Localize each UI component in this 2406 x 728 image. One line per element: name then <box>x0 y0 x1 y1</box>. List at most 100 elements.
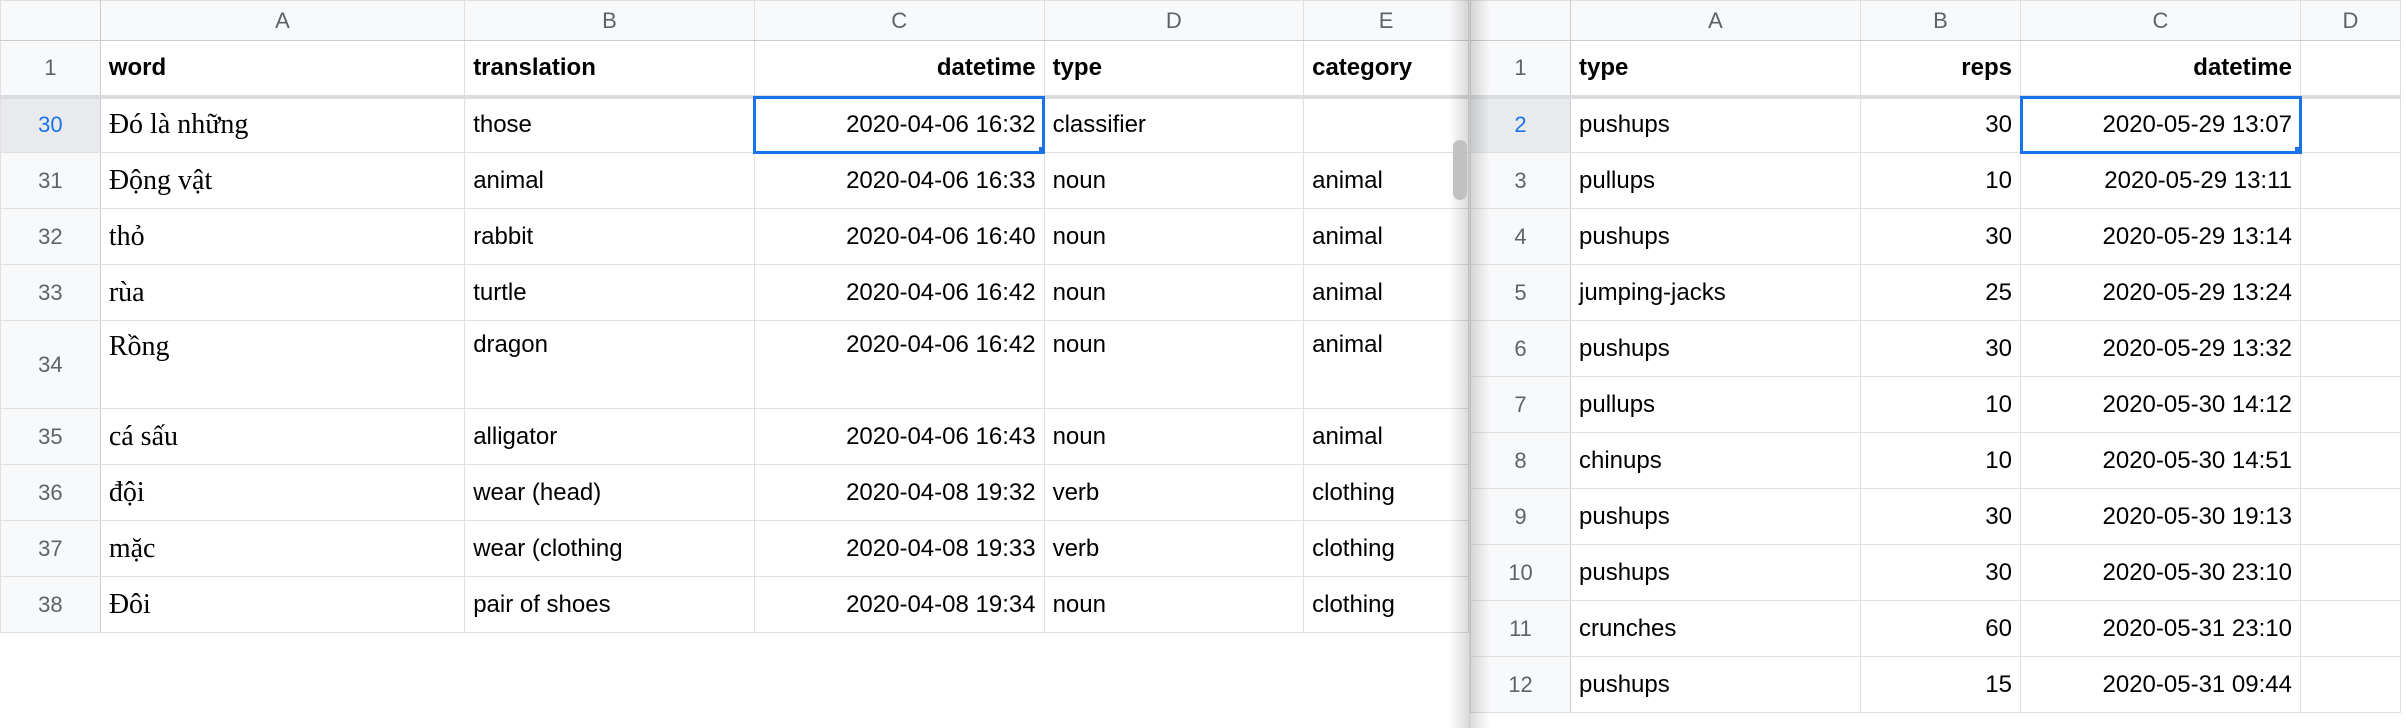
row-header[interactable]: 12 <box>1471 657 1571 713</box>
row-header[interactable]: 35 <box>1 409 101 465</box>
cell[interactable]: 10 <box>1861 433 2021 489</box>
cell[interactable] <box>2301 601 2401 657</box>
cell[interactable]: 2020-04-08 19:32 <box>754 465 1044 521</box>
column-header[interactable]: D <box>2301 1 2401 41</box>
cell[interactable] <box>2301 265 2401 321</box>
cell[interactable] <box>2301 321 2401 377</box>
cell[interactable]: pullups <box>1571 153 1861 209</box>
cell[interactable]: 2020-04-08 19:33 <box>754 521 1044 577</box>
row-header[interactable]: 2 <box>1471 97 1571 153</box>
cell[interactable]: 2020-05-29 13:32 <box>2021 321 2301 377</box>
column-header[interactable]: D <box>1044 1 1304 41</box>
cell[interactable]: animal <box>1304 153 1469 209</box>
cell[interactable]: verb <box>1044 465 1304 521</box>
cell[interactable]: 25 <box>1861 265 2021 321</box>
cell[interactable]: noun <box>1044 209 1304 265</box>
cell[interactable] <box>2301 657 2401 713</box>
cell[interactable] <box>2301 209 2401 265</box>
cell[interactable]: pushups <box>1571 321 1861 377</box>
cell[interactable]: pushups <box>1571 489 1861 545</box>
cell[interactable]: 2020-05-29 13:14 <box>2021 209 2301 265</box>
cell[interactable]: 2020-05-30 14:51 <box>2021 433 2301 489</box>
cell[interactable]: crunches <box>1571 601 1861 657</box>
cell[interactable]: 2020-04-08 19:34 <box>754 577 1044 633</box>
cell[interactable]: 15 <box>1861 657 2021 713</box>
header-cell[interactable]: translation <box>465 41 755 97</box>
cell[interactable]: animal <box>1304 321 1469 409</box>
cell[interactable]: rùa <box>100 265 464 321</box>
row-header[interactable]: 6 <box>1471 321 1571 377</box>
cell[interactable]: 2020-05-31 09:44 <box>2021 657 2301 713</box>
cell[interactable]: 2020-05-30 23:10 <box>2021 545 2301 601</box>
cell[interactable]: pushups <box>1571 209 1861 265</box>
column-header[interactable]: C <box>754 1 1044 41</box>
row-header[interactable]: 9 <box>1471 489 1571 545</box>
cell[interactable]: chinups <box>1571 433 1861 489</box>
cell[interactable] <box>2301 545 2401 601</box>
cell[interactable]: Rồng <box>100 321 464 409</box>
cell[interactable]: 60 <box>1861 601 2021 657</box>
row-header[interactable]: 4 <box>1471 209 1571 265</box>
cell[interactable]: Đó là những <box>100 97 464 153</box>
cell[interactable]: 2020-05-29 13:11 <box>2021 153 2301 209</box>
cell[interactable]: 30 <box>1861 321 2021 377</box>
row-header[interactable]: 37 <box>1 521 101 577</box>
row-header[interactable]: 11 <box>1471 601 1571 657</box>
cell[interactable]: noun <box>1044 321 1304 409</box>
cell[interactable]: 2020-04-06 16:42 <box>754 265 1044 321</box>
cell[interactable]: pullups <box>1571 377 1861 433</box>
cell[interactable]: rabbit <box>465 209 755 265</box>
cell[interactable] <box>2301 153 2401 209</box>
cell[interactable]: verb <box>1044 521 1304 577</box>
cell[interactable] <box>2301 433 2401 489</box>
cell[interactable] <box>2301 97 2401 153</box>
column-header[interactable]: A <box>100 1 464 41</box>
spreadsheet-right-table[interactable]: ABCD1typerepsdatetime2pushups302020-05-2… <box>1470 0 2401 713</box>
cell[interactable]: animal <box>1304 265 1469 321</box>
row-header[interactable]: 32 <box>1 209 101 265</box>
column-header[interactable]: C <box>2021 1 2301 41</box>
header-cell[interactable]: datetime <box>754 41 1044 97</box>
column-header[interactable]: A <box>1571 1 1861 41</box>
cell[interactable]: 2020-04-06 16:42 <box>754 321 1044 409</box>
corner-cell[interactable] <box>1 1 101 41</box>
cell[interactable]: clothing <box>1304 465 1469 521</box>
cell[interactable]: noun <box>1044 577 1304 633</box>
cell[interactable] <box>1304 97 1469 153</box>
cell[interactable]: noun <box>1044 153 1304 209</box>
cell[interactable]: cá sấu <box>100 409 464 465</box>
cell[interactable]: 10 <box>1861 153 2021 209</box>
cell[interactable]: animal <box>465 153 755 209</box>
header-cell[interactable]: type <box>1044 41 1304 97</box>
column-header[interactable]: E <box>1304 1 1469 41</box>
spreadsheet-left-table[interactable]: ABCDE1wordtranslationdatetimetypecategor… <box>0 0 1469 633</box>
row-header[interactable]: 33 <box>1 265 101 321</box>
header-cell[interactable]: type <box>1571 41 1861 97</box>
cell[interactable]: 30 <box>1861 97 2021 153</box>
cell[interactable]: noun <box>1044 265 1304 321</box>
cell[interactable]: 2020-05-30 19:13 <box>2021 489 2301 545</box>
row-header[interactable]: 10 <box>1471 545 1571 601</box>
row-header[interactable]: 31 <box>1 153 101 209</box>
cell[interactable]: 2020-05-29 13:07 <box>2021 97 2301 153</box>
cell[interactable]: 2020-05-30 14:12 <box>2021 377 2301 433</box>
cell[interactable]: animal <box>1304 409 1469 465</box>
cell[interactable]: pushups <box>1571 657 1861 713</box>
cell[interactable]: alligator <box>465 409 755 465</box>
row-header[interactable]: 36 <box>1 465 101 521</box>
scrollbar[interactable] <box>1453 140 1467 200</box>
header-cell[interactable]: datetime <box>2021 41 2301 97</box>
cell[interactable]: 30 <box>1861 545 2021 601</box>
cell[interactable]: 10 <box>1861 377 2021 433</box>
cell[interactable]: 30 <box>1861 489 2021 545</box>
cell[interactable]: Động vật <box>100 153 464 209</box>
cell[interactable] <box>2301 377 2401 433</box>
header-cell[interactable]: reps <box>1861 41 2021 97</box>
cell[interactable]: 30 <box>1861 209 2021 265</box>
row-header[interactable]: 38 <box>1 577 101 633</box>
cell[interactable]: animal <box>1304 209 1469 265</box>
cell[interactable]: pushups <box>1571 545 1861 601</box>
row-header[interactable]: 3 <box>1471 153 1571 209</box>
cell[interactable]: clothing <box>1304 577 1469 633</box>
cell[interactable]: pair of shoes <box>465 577 755 633</box>
